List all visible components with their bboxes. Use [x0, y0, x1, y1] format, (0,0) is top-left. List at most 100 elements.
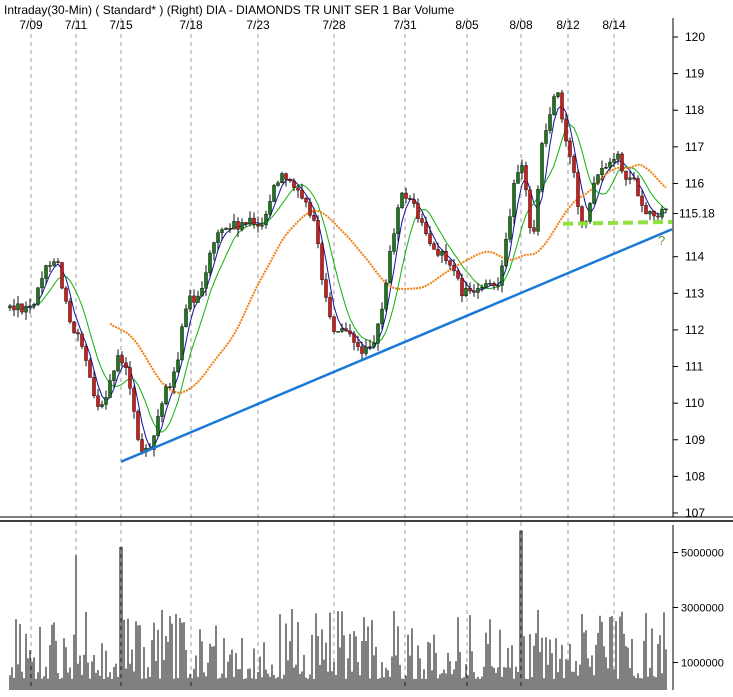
candle-body	[412, 199, 416, 204]
candle-body	[28, 305, 32, 308]
candle-body	[456, 270, 460, 279]
candle-body	[244, 222, 248, 225]
candle-body	[644, 205, 648, 215]
candle-body	[516, 172, 520, 184]
candle-body	[336, 331, 340, 333]
x-tick-label: 8/14	[602, 18, 626, 32]
x-tick-label: 7/11	[65, 18, 88, 32]
candle-body	[560, 92, 564, 120]
candle-body	[544, 130, 548, 144]
candle-body	[492, 283, 496, 287]
x-tick-label: 7/28	[322, 18, 346, 32]
candle-body	[588, 203, 592, 222]
x-tick-label: 7/23	[246, 18, 270, 32]
candle-body	[536, 189, 540, 232]
candle-body	[632, 177, 636, 180]
candle-body	[168, 386, 172, 388]
candle-body	[40, 278, 44, 289]
candle-body	[104, 397, 108, 405]
candle-body	[200, 287, 204, 297]
candle-body	[264, 213, 268, 226]
candle-body	[224, 228, 228, 230]
candle-body	[568, 140, 572, 157]
candle-body	[620, 153, 624, 172]
candle-body	[640, 195, 644, 206]
candle-body	[212, 242, 216, 254]
candle-body	[316, 220, 320, 245]
candle-body	[512, 183, 516, 217]
x-tick-label: 7/31	[393, 18, 417, 32]
candle-body	[24, 305, 28, 313]
y-tick-label: 108	[685, 469, 705, 483]
y-tick-label: 109	[685, 433, 705, 447]
support-line	[562, 219, 673, 226]
y-tick-label: 115.18	[679, 206, 715, 220]
candle-body	[548, 114, 552, 131]
y-tick-label: 114	[685, 250, 704, 264]
candle-body	[448, 260, 452, 266]
candle-body	[128, 367, 132, 389]
candle-body	[268, 201, 272, 215]
candle-body	[360, 346, 364, 354]
candle-body	[340, 328, 344, 332]
candle-body	[380, 308, 384, 325]
y-tick-label: 119	[685, 67, 704, 81]
candle-body	[84, 346, 88, 361]
candle-body	[236, 221, 240, 230]
candle-body	[308, 201, 312, 216]
candle-body	[384, 282, 388, 310]
candle-body	[284, 173, 288, 180]
candle-body	[520, 165, 524, 173]
candle-body	[396, 207, 400, 234]
candle-body	[636, 178, 640, 197]
candle-body	[572, 156, 576, 173]
candle-body	[240, 222, 244, 230]
candle-body	[364, 346, 368, 354]
volume-tick-label: 3000000	[681, 603, 724, 615]
candle-body	[564, 118, 568, 142]
candle-body	[296, 187, 300, 191]
candle-body	[216, 232, 220, 243]
x-tick-label: 7/15	[109, 18, 133, 32]
candle-body	[12, 305, 16, 311]
candle-body	[100, 404, 104, 407]
annotation-question: ?	[658, 233, 665, 248]
candle-body	[324, 279, 328, 298]
candle-body	[416, 203, 420, 219]
candle-body	[596, 174, 600, 184]
candle-body	[56, 261, 60, 263]
candle-body	[208, 252, 212, 273]
candle-body	[252, 217, 256, 225]
candle-body	[108, 380, 112, 398]
candle-body	[432, 243, 436, 250]
y-tick-label: 117	[685, 140, 704, 154]
candle-body	[480, 286, 484, 289]
candle-body	[540, 143, 544, 190]
candle-body	[72, 321, 76, 333]
candle-body	[444, 251, 448, 261]
x-tick-label: 8/12	[556, 18, 580, 32]
candle-body	[428, 233, 432, 244]
candle-body	[124, 362, 128, 368]
candle-body	[656, 215, 660, 218]
candle-body	[608, 161, 612, 168]
x-tick-label: 7/18	[179, 18, 203, 32]
candle-body	[556, 92, 560, 97]
candle-body	[500, 265, 504, 286]
candle-body	[312, 215, 316, 221]
candle-body	[96, 395, 100, 407]
candle-body	[392, 233, 396, 252]
candle-body	[276, 182, 280, 186]
candle-body	[348, 330, 352, 335]
candle-body	[552, 96, 556, 115]
candle-body	[476, 288, 480, 293]
volume-tick-label: 1000000	[681, 658, 724, 670]
candle-body	[52, 261, 56, 266]
candle-body	[44, 265, 48, 279]
x-tick-label: 8/05	[455, 18, 479, 32]
candle-body	[424, 222, 428, 235]
candle-body	[648, 210, 652, 215]
candle-body	[280, 173, 284, 183]
candle-body	[300, 189, 304, 199]
y-tick-label: 113	[685, 286, 704, 300]
